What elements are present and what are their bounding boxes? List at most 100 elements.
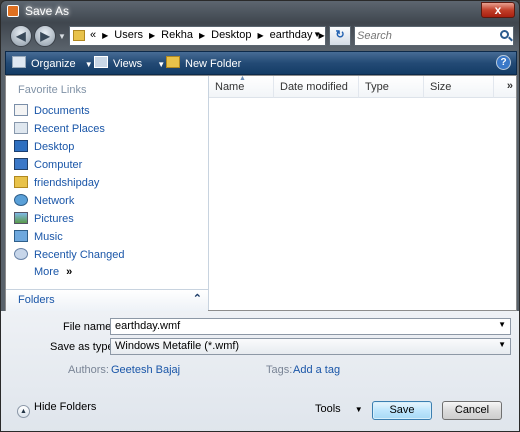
- sidebar-item-label: Music: [34, 231, 63, 243]
- sidebar-item-network[interactable]: Network: [14, 194, 74, 210]
- organize-label: Organize: [31, 58, 76, 70]
- recent-pages-dropdown-icon[interactable]: ▼: [58, 32, 66, 41]
- more-columns-button[interactable]: »: [494, 76, 516, 98]
- organize-icon: [12, 56, 26, 68]
- new-folder-label: New Folder: [185, 58, 242, 70]
- new-folder-button[interactable]: New Folder: [166, 56, 241, 70]
- sidebar-item-label: Desktop: [34, 141, 75, 153]
- search-box[interactable]: [354, 26, 514, 46]
- chevron-up-icon: ▲: [17, 405, 30, 418]
- save-options-panel: File name: earthday.wmf ▼ Save as type: …: [1, 311, 519, 431]
- sidebar-item-label: Documents: [34, 105, 90, 117]
- desktop-icon: [14, 140, 28, 152]
- folders-toggle[interactable]: Folders ⌃: [6, 289, 208, 311]
- sidebar-item-friendshipday[interactable]: friendshipday: [14, 176, 99, 192]
- sort-ascending-icon: ▲: [239, 75, 246, 82]
- save-as-type-label: Save as type:: [50, 341, 117, 353]
- refresh-button[interactable]: ↻: [329, 26, 351, 46]
- sidebar-item-label: Pictures: [34, 213, 74, 225]
- forward-button[interactable]: ▶: [34, 25, 56, 47]
- save-as-type-select[interactable]: Windows Metafile (*.wmf) ▼: [110, 338, 511, 355]
- favorite-links-heading: Favorite Links: [18, 84, 87, 96]
- double-chevron-icon: »: [66, 266, 73, 278]
- save-button[interactable]: Save: [372, 401, 432, 420]
- chevron-up-icon[interactable]: ⌃: [193, 292, 202, 305]
- views-icon: [94, 56, 108, 68]
- sidebar-item-desktop[interactable]: Desktop: [14, 140, 74, 156]
- sidebar-item-label: Recent Places: [34, 123, 105, 135]
- views-label: Views: [113, 58, 143, 70]
- sidebar-item-label: friendshipday: [34, 177, 100, 189]
- add-tag-link[interactable]: Add a tag: [293, 364, 340, 376]
- column-label: Name: [215, 81, 245, 93]
- sidebar-item-music[interactable]: Music: [14, 230, 63, 246]
- column-header-type[interactable]: Type: [359, 76, 424, 98]
- chevron-right-icon[interactable]: ▶: [102, 31, 108, 40]
- sidebar-item-computer[interactable]: Computer: [14, 158, 82, 174]
- column-header-date-modified[interactable]: Date modified: [274, 76, 359, 98]
- breadcrumb-users[interactable]: Users: [114, 29, 143, 41]
- search-icon[interactable]: [500, 30, 509, 39]
- documents-icon: [14, 104, 28, 116]
- file-name-field[interactable]: earthday.wmf ▼: [110, 318, 511, 335]
- sidebar-item-recent-places[interactable]: Recent Places: [14, 122, 105, 138]
- column-header-name[interactable]: ▲ Name: [209, 75, 274, 98]
- cancel-button[interactable]: Cancel: [442, 401, 502, 420]
- sidebar-item-documents[interactable]: Documents: [14, 104, 90, 120]
- new-folder-icon: [166, 56, 180, 68]
- recently-changed-icon: [14, 248, 28, 260]
- folder-icon: [73, 30, 85, 41]
- browse-area: Favorite Links Documents Recent Places D…: [5, 75, 517, 311]
- breadcrumb-rekha[interactable]: Rekha: [161, 29, 193, 41]
- chevron-right-icon[interactable]: ▶: [257, 31, 263, 40]
- tools-menu[interactable]: Tools ▼: [315, 403, 363, 415]
- computer-icon: [14, 158, 28, 170]
- column-label: Size: [430, 81, 452, 93]
- chevron-down-icon[interactable]: ▼: [498, 340, 506, 349]
- chevron-down-icon: ▼: [354, 405, 363, 414]
- file-name-label: File name:: [63, 321, 115, 333]
- help-button[interactable]: ?: [496, 55, 511, 70]
- search-input[interactable]: [357, 29, 487, 43]
- folder-icon: [14, 176, 28, 188]
- chevron-right-icon[interactable]: ▶: [149, 31, 155, 40]
- sidebar-item-pictures[interactable]: Pictures: [14, 212, 74, 228]
- breadcrumb-desktop[interactable]: Desktop: [211, 29, 251, 41]
- back-button[interactable]: ◀: [10, 25, 32, 47]
- chevron-right-icon[interactable]: ▶: [199, 31, 205, 40]
- sidebar-item-label: Recently Changed: [34, 249, 125, 261]
- more-link[interactable]: More »: [34, 266, 72, 282]
- hide-folders-label: Hide Folders: [34, 401, 97, 413]
- column-header-size[interactable]: Size: [424, 76, 494, 98]
- tags-label: Tags:: [266, 364, 293, 376]
- file-name-value[interactable]: earthday.wmf: [115, 320, 180, 332]
- title-bar[interactable]: Save As x: [1, 1, 519, 21]
- network-icon: [14, 194, 28, 206]
- command-toolbar: Organize ▼ Views ▼ New Folder ?: [5, 51, 517, 75]
- organize-button[interactable]: Organize ▼: [12, 56, 93, 70]
- address-bar[interactable]: «▶ Users ▶ Rekha ▶ Desktop ▶ earthday ▶ ▼: [69, 26, 326, 46]
- breadcrumb-earthday[interactable]: earthday: [270, 29, 313, 41]
- window-title: Save As: [25, 4, 70, 18]
- save-as-type-value: Windows Metafile (*.wmf): [115, 340, 240, 352]
- double-chevron-icon: »: [506, 80, 513, 92]
- sidebar-item-label: Computer: [34, 159, 83, 171]
- address-row: ◀ ▶ ▼ «▶ Users ▶ Rekha ▶ Desktop ▶ earthday ▶ ▼ …: [1, 23, 519, 51]
- column-label: Type: [365, 81, 389, 93]
- address-dropdown-icon[interactable]: ▼: [313, 30, 321, 39]
- pictures-icon: [14, 212, 28, 224]
- breadcrumb: «▶ Users ▶ Rekha ▶ Desktop ▶ earthday ▶: [90, 29, 331, 41]
- views-button[interactable]: Views ▼: [94, 56, 165, 70]
- chevron-down-icon: ▼: [157, 60, 166, 69]
- chevron-down-icon: ▼: [84, 60, 93, 69]
- hide-folders-button[interactable]: ▲ Hide Folders: [17, 401, 96, 418]
- file-list[interactable]: ▲ Name Date modified Type Size »: [209, 75, 516, 310]
- chevron-down-icon[interactable]: ▼: [498, 320, 506, 329]
- breadcrumb-overflow[interactable]: «: [90, 29, 96, 41]
- folders-label: Folders: [18, 294, 55, 306]
- sidebar-item-recently-changed[interactable]: Recently Changed: [14, 248, 125, 264]
- close-button[interactable]: x: [481, 2, 515, 18]
- column-label: Date modified: [280, 81, 348, 93]
- authors-value[interactable]: Geetesh Bajaj: [111, 364, 180, 376]
- authors-label: Authors:: [68, 364, 109, 376]
